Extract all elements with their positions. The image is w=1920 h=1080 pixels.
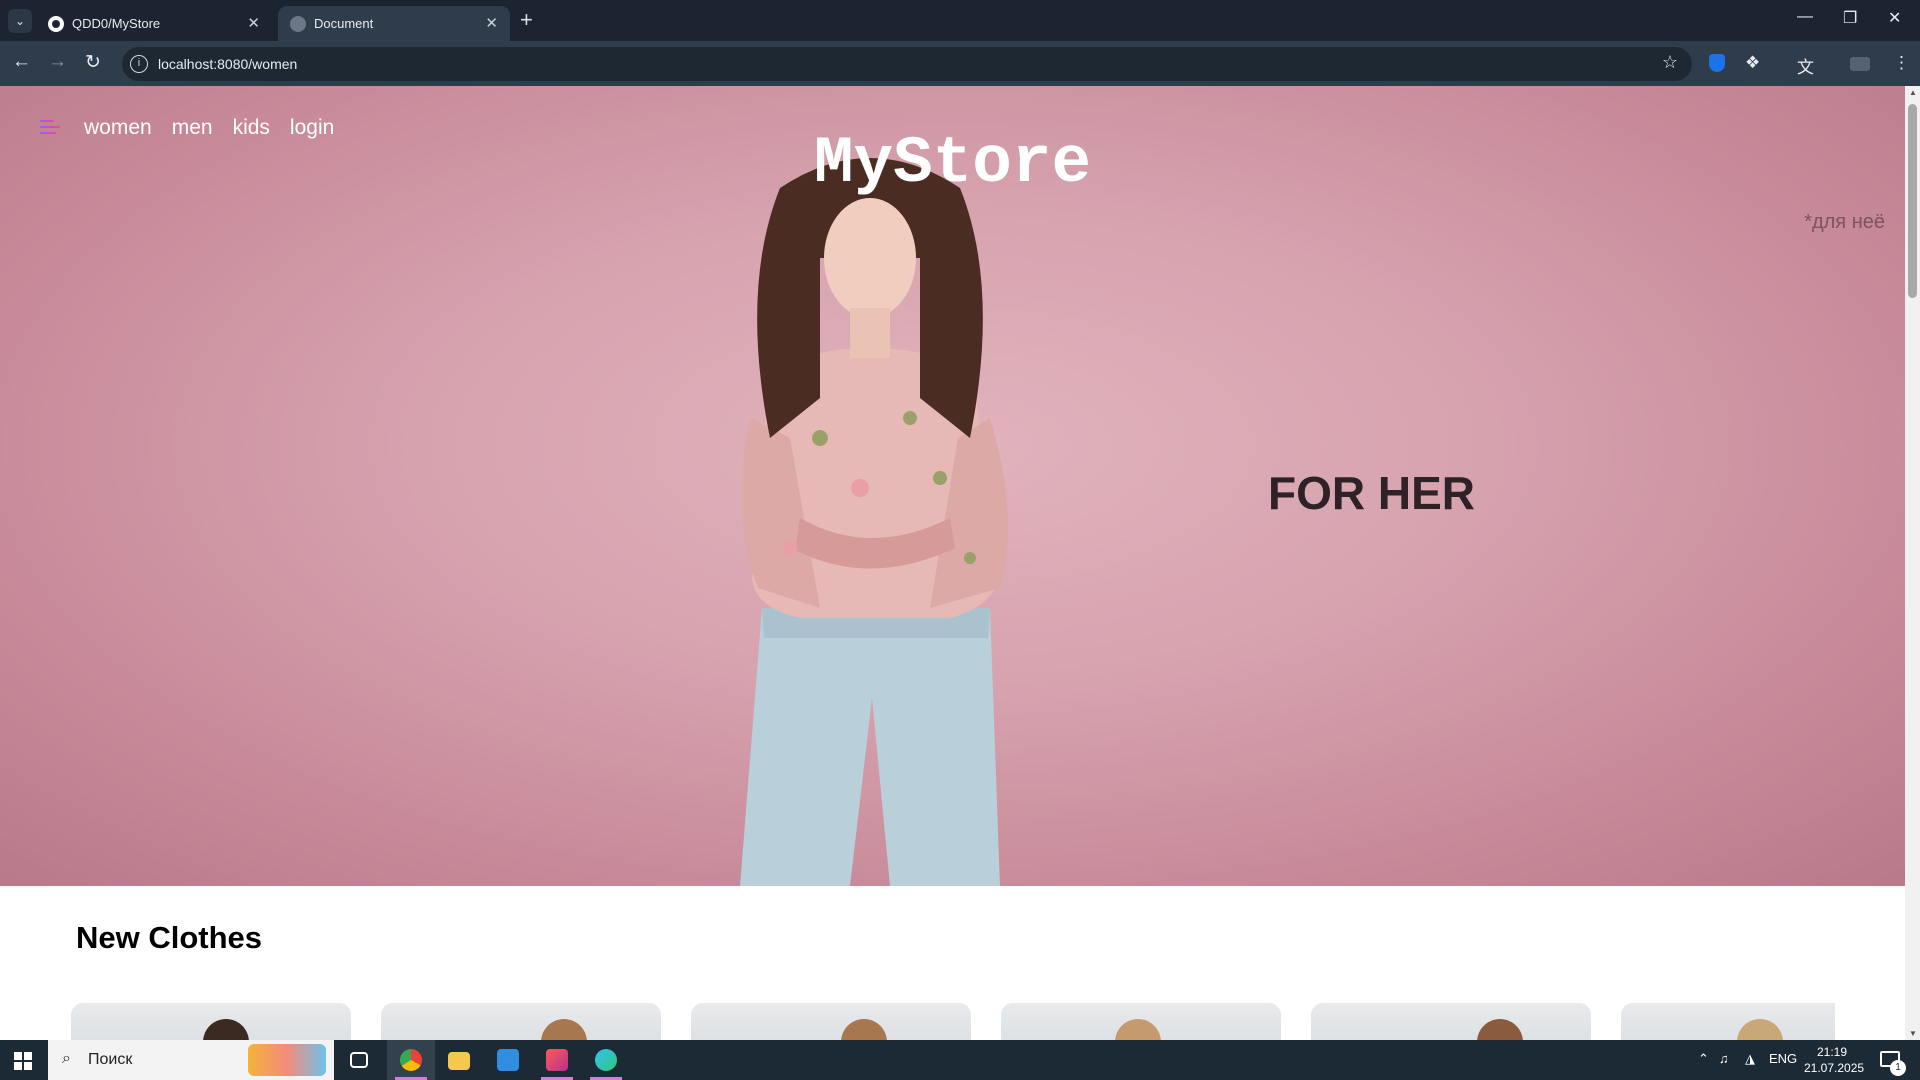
close-icon[interactable]: ✕ <box>247 14 260 32</box>
password-manager-icon[interactable] <box>1709 54 1725 72</box>
tab-search-button[interactable]: ⌄ <box>8 9 32 33</box>
hero-heading: FOR HER <box>1268 467 1475 519</box>
extensions-icon[interactable]: ❖ <box>1745 53 1760 73</box>
tab-title: Document <box>314 16 374 31</box>
close-window-button[interactable]: ✕ <box>1888 8 1901 28</box>
model-photo <box>740 158 1008 886</box>
url-text[interactable]: localhost:8080/women <box>158 56 297 72</box>
windows-icon[interactable] <box>14 1052 32 1070</box>
folder-icon[interactable] <box>435 1040 483 1080</box>
browser-tab-bar: ⌄ QDD0/MyStore ✕ Document ✕ + — ❐ ✕ <box>0 0 1920 41</box>
scrollbar-thumb[interactable] <box>1908 104 1917 298</box>
product-card[interactable] <box>1001 1003 1281 1040</box>
profile-icon[interactable] <box>1850 57 1870 71</box>
chrome-icon[interactable] <box>387 1040 435 1080</box>
search-icon: ⌕ <box>62 1050 71 1067</box>
hero-tagline: *для неё <box>1804 211 1885 233</box>
new-tab-button[interactable]: + <box>520 7 533 33</box>
product-carousel <box>71 1003 1835 1040</box>
wifi-icon[interactable]: ◮ <box>1745 1051 1755 1067</box>
language-indicator[interactable]: ENG <box>1769 1051 1797 1066</box>
windows-taskbar: ⌕ Поиск ⌃ ♫ ◮ ENG 21:19 21.07.2025 1 <box>0 1040 1920 1080</box>
search-placeholder: Поиск <box>88 1051 133 1068</box>
scroll-up-arrow-icon[interactable]: ▲ <box>1909 88 1917 97</box>
translate-icon[interactable]: 文 <box>1797 53 1814 78</box>
product-card[interactable] <box>1621 1003 1835 1040</box>
vscode-icon[interactable] <box>484 1040 532 1080</box>
edge-icon[interactable] <box>582 1040 630 1080</box>
intellij-icon[interactable] <box>533 1040 581 1080</box>
page-scrollbar[interactable]: ▲ ▼ <box>1905 86 1920 1040</box>
clock[interactable]: 21:19 21.07.2025 <box>1804 1044 1865 1076</box>
scroll-down-arrow-icon[interactable]: ▼ <box>1909 1029 1917 1038</box>
tab-document[interactable]: Document ✕ <box>278 6 510 41</box>
tab-github[interactable]: QDD0/MyStore ✕ <box>36 6 272 41</box>
product-card[interactable] <box>1311 1003 1591 1040</box>
section-title: New Clothes <box>76 920 263 955</box>
hero-banner: women men kids login MyStore *для неё FO… <box>0 86 1905 886</box>
task-view-icon[interactable] <box>335 1040 383 1080</box>
reload-button[interactable]: ↻ <box>85 51 101 74</box>
address-bar[interactable]: i localhost:8080/women ☆ <box>122 47 1692 81</box>
product-card[interactable] <box>381 1003 661 1040</box>
product-card[interactable] <box>71 1003 351 1040</box>
restore-button[interactable]: ❐ <box>1843 8 1857 28</box>
tab-title: QDD0/MyStore <box>72 16 161 31</box>
menu-icon[interactable]: ⋮ <box>1893 53 1910 73</box>
star-icon[interactable]: ☆ <box>1662 52 1678 73</box>
globe-icon <box>290 16 306 32</box>
search-highlight-image <box>248 1044 326 1076</box>
close-icon[interactable]: ✕ <box>485 14 498 32</box>
product-card[interactable] <box>691 1003 971 1040</box>
forward-button[interactable]: → <box>48 51 67 73</box>
github-icon <box>48 16 64 32</box>
back-button[interactable]: ← <box>12 51 31 73</box>
notification-badge: 1 <box>1890 1060 1906 1076</box>
clock-date: 21.07.2025 <box>1804 1061 1865 1075</box>
volume-icon[interactable]: ♫ <box>1719 1051 1729 1066</box>
clock-time: 21:19 <box>1816 1045 1848 1059</box>
browser-toolbar: ← → ↻ i localhost:8080/women ☆ ❖ 文 ⋮ <box>0 41 1920 86</box>
site-logo[interactable]: MyStore <box>0 126 1905 201</box>
taskbar-search[interactable]: ⌕ Поиск <box>48 1040 334 1080</box>
site-info-icon[interactable]: i <box>130 55 148 73</box>
tray-chevron-icon[interactable]: ⌃ <box>1698 1051 1709 1067</box>
minimize-button[interactable]: — <box>1797 8 1813 26</box>
